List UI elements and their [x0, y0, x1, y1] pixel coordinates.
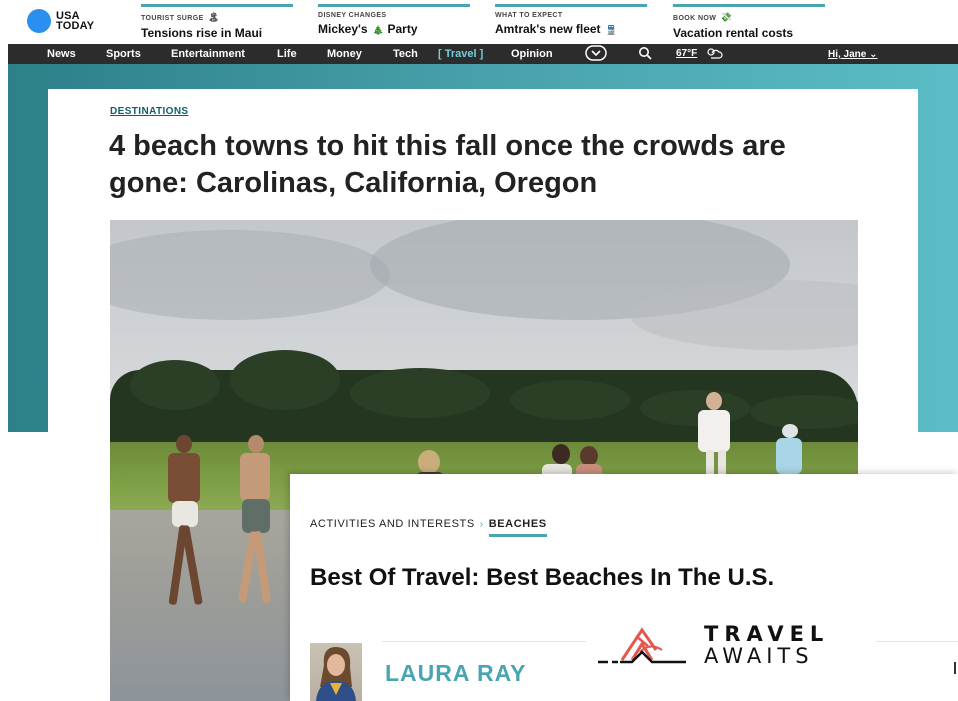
ticker-item-disney[interactable]: DISNEY CHANGES Mickey's 🎄 Party	[318, 4, 470, 45]
nav-item-tech[interactable]: Tech	[393, 48, 418, 60]
breadcrumb: ACTIVITIES AND INTERESTS › BEACHES	[310, 518, 547, 537]
nav-item-money[interactable]: Money	[327, 48, 362, 60]
train-icon: 🚆	[605, 25, 618, 35]
weather-temp[interactable]: 67°F	[676, 48, 697, 59]
logo-circle-icon	[27, 9, 51, 33]
usa-today-logo[interactable]: USA TODAY	[27, 9, 94, 33]
search-icon[interactable]	[638, 46, 652, 63]
chevron-down-icon: ⌄	[869, 49, 878, 60]
logo-wordmark: USA TODAY	[56, 10, 95, 32]
travel-awaits-card: ACTIVITIES AND INTERESTS › BEACHES Best Of…	[290, 474, 958, 701]
author-avatar[interactable]	[310, 643, 362, 701]
overlay-headline: Best Of Travel: Best Beaches In The U.S.	[310, 564, 775, 591]
breadcrumb-parent[interactable]: ACTIVITIES AND INTERESTS	[310, 518, 475, 530]
user-menu[interactable]: Hi, Jane ⌄	[828, 49, 878, 60]
breadcrumb-current[interactable]: BEACHES	[488, 518, 547, 537]
nav-item-travel[interactable]: [ Travel ]	[438, 48, 483, 60]
edge-marker	[954, 662, 956, 674]
island-icon: 🏝	[208, 12, 220, 22]
ticker-kicker: BOOK NOW 💸	[673, 12, 733, 22]
nav-item-entertainment[interactable]: Entertainment	[171, 48, 245, 60]
ticker-headline: Amtrak's new fleet 🚆	[495, 22, 618, 36]
nav-item-opinion[interactable]: Opinion	[511, 48, 553, 60]
ticker-headline: Tensions rise in Maui	[141, 26, 263, 40]
ticker-kicker: WHAT TO EXPECT	[495, 12, 563, 19]
breadcrumb-chevron-icon: ›	[479, 519, 484, 530]
nav-item-news[interactable]: News	[47, 48, 76, 60]
partly-cloudy-icon	[705, 46, 723, 63]
nav-item-sports[interactable]: Sports	[106, 48, 141, 60]
ticker-item-vacation[interactable]: BOOK NOW 💸 Vacation rental costs	[673, 4, 825, 45]
main-nav: News Sports Entertainment Life Money Tec…	[8, 44, 958, 64]
ticker-headline: Vacation rental costs	[673, 26, 794, 40]
christmas-tree-icon: 🎄	[372, 25, 385, 35]
travel-awaits-logo: TRAVEL AWAITS	[586, 618, 876, 670]
nav-item-life[interactable]: Life	[277, 48, 297, 60]
ticker-item-amtrak[interactable]: WHAT TO EXPECT Amtrak's new fleet 🚆	[495, 4, 647, 45]
author-name[interactable]: LAURA RAY	[385, 660, 526, 687]
logo-line-travel: TRAVEL	[704, 622, 830, 646]
more-chevron-icon[interactable]	[585, 45, 607, 64]
mountain-logo-icon	[598, 627, 686, 664]
ticker-headline: Mickey's 🎄 Party	[318, 22, 418, 36]
money-icon: 💸	[720, 12, 733, 22]
ticker-item-maui[interactable]: TOURIST SURGE 🏝 Tensions rise in Maui	[141, 4, 293, 45]
ticker-kicker: TOURIST SURGE 🏝	[141, 12, 220, 22]
logo-line-awaits: AWAITS	[704, 644, 814, 668]
article-headline: 4 beach towns to hit this fall once the …	[109, 130, 786, 199]
section-link[interactable]: DESTINATIONS	[110, 106, 189, 117]
ticker-kicker: DISNEY CHANGES	[318, 12, 387, 19]
top-header: USA TODAY TOURIST SURGE 🏝 Tensions rise …	[0, 0, 958, 44]
